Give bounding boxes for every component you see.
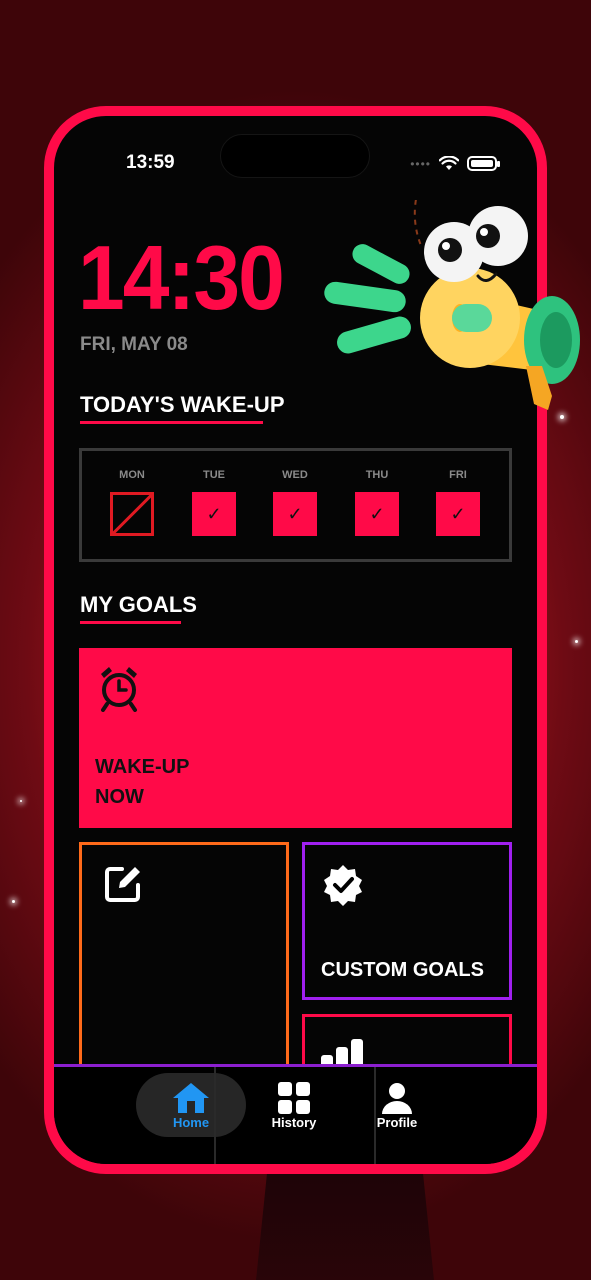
- megaphone-mascot-image: [324, 200, 580, 410]
- wake-up-now-tile[interactable]: WAKE-UP NOW: [79, 648, 512, 828]
- signal-icon: ••••: [410, 156, 431, 171]
- check-icon: ✓: [355, 492, 399, 536]
- day-mon[interactable]: MON: [110, 469, 154, 536]
- status-time: 13:59: [126, 152, 175, 173]
- check-icon: ✓: [273, 492, 317, 536]
- custom-goals-tile[interactable]: CUSTOM GOALS: [302, 842, 512, 1000]
- sparkle: [12, 900, 15, 903]
- nav-home[interactable]: Home: [136, 1073, 246, 1137]
- profile-icon: [382, 1082, 412, 1114]
- day-label: WED: [282, 469, 308, 481]
- bottom-nav: Home History Profile: [54, 1064, 537, 1164]
- edit-icon: [105, 867, 140, 902]
- wake-up-now-label: WAKE-UP NOW: [95, 752, 189, 812]
- dynamic-island: [220, 134, 370, 178]
- wifi-icon: [439, 156, 459, 170]
- nav-profile-label: Profile: [376, 1114, 418, 1130]
- day-label: MON: [119, 469, 145, 481]
- sparkle: [20, 800, 22, 802]
- alarm-time: 14:30: [78, 227, 285, 329]
- verified-badge-icon: [324, 865, 362, 906]
- title-underline: [80, 421, 263, 424]
- day-label: TUE: [203, 469, 225, 481]
- date-label: FRI, MAY 08: [80, 334, 188, 355]
- wake-up-label-line1: WAKE-UP: [95, 756, 190, 778]
- day-thu[interactable]: THU ✓: [355, 469, 399, 536]
- nav-profile[interactable]: Profile: [342, 1073, 452, 1137]
- nav-home-label: Home: [172, 1114, 210, 1130]
- nav-history-label: History: [271, 1114, 317, 1130]
- alarm-clock-icon: [101, 667, 137, 712]
- day-fri[interactable]: FRI ✓: [436, 469, 480, 536]
- edit-goal-tile[interactable]: [79, 842, 289, 1082]
- title-underline: [80, 621, 181, 624]
- todays-wakeup-title: TODAY'S WAKE-UP: [80, 392, 285, 417]
- check-icon: ✓: [436, 492, 480, 536]
- sparkle: [575, 640, 578, 643]
- day-label: THU: [365, 469, 389, 481]
- missed-box: [110, 492, 154, 536]
- day-label: FRI: [449, 469, 467, 481]
- custom-goals-label: CUSTOM GOALS: [321, 959, 484, 981]
- my-goals-title: MY GOALS: [80, 592, 197, 617]
- day-wed[interactable]: WED ✓: [273, 469, 317, 536]
- day-tue[interactable]: TUE ✓: [192, 469, 236, 536]
- check-icon: ✓: [192, 492, 236, 536]
- wake-up-label-line2: NOW: [95, 786, 144, 808]
- week-tracker: MON TUE ✓ WED ✓ THU ✓ FRI ✓: [79, 448, 512, 562]
- status-icons: ••••: [410, 156, 500, 171]
- nav-history[interactable]: History: [239, 1073, 349, 1137]
- nav-divider: [214, 1067, 216, 1164]
- battery-icon: [467, 156, 500, 171]
- grid-icon: [278, 1081, 310, 1114]
- home-icon: [173, 1082, 209, 1113]
